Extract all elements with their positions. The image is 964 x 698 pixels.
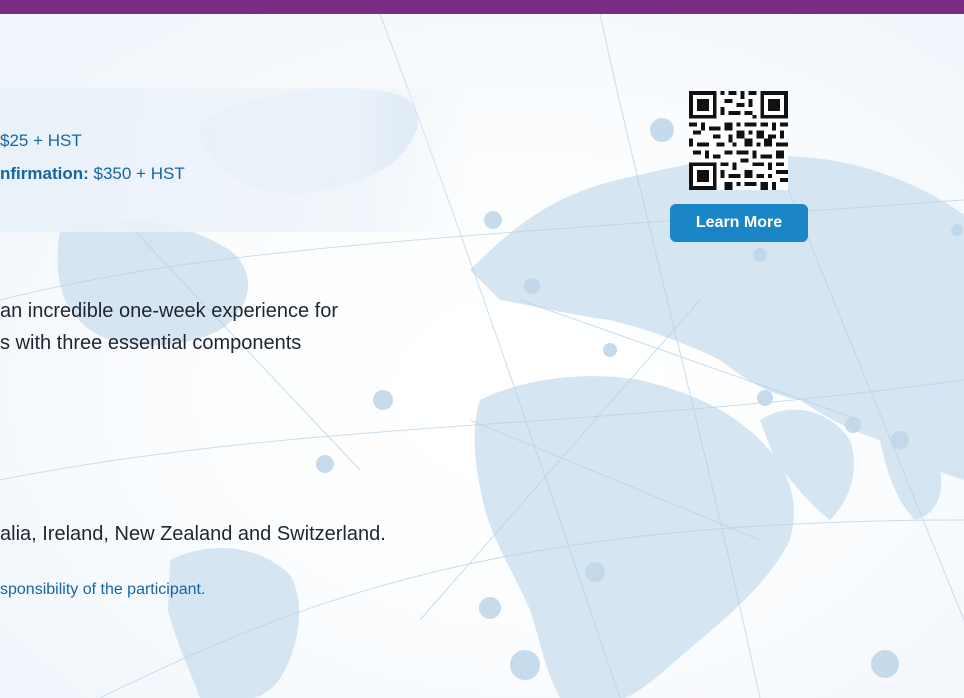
description-line-2: s with three essential components: [0, 332, 302, 354]
fee-line-registration: $25 + HST: [0, 131, 82, 151]
description-line-1: an incredible one-week experience for: [0, 300, 338, 322]
fee-line-confirmation: nfirmation: $350 + HST: [0, 164, 185, 184]
top-accent-bar: [0, 0, 964, 14]
responsibility-note: sponsibility of the participant.: [0, 581, 206, 598]
confirmation-fee-value: $350 + HST: [88, 164, 185, 183]
fee-panel: [0, 88, 470, 232]
qr-code-icon[interactable]: [689, 91, 788, 190]
countries-text: alia, Ireland, New Zealand and Switzerla…: [0, 523, 386, 545]
registration-fee-value: $25 + HST: [0, 131, 82, 150]
learn-more-button[interactable]: Learn More: [670, 204, 808, 242]
confirmation-fee-label: nfirmation:: [0, 164, 89, 183]
